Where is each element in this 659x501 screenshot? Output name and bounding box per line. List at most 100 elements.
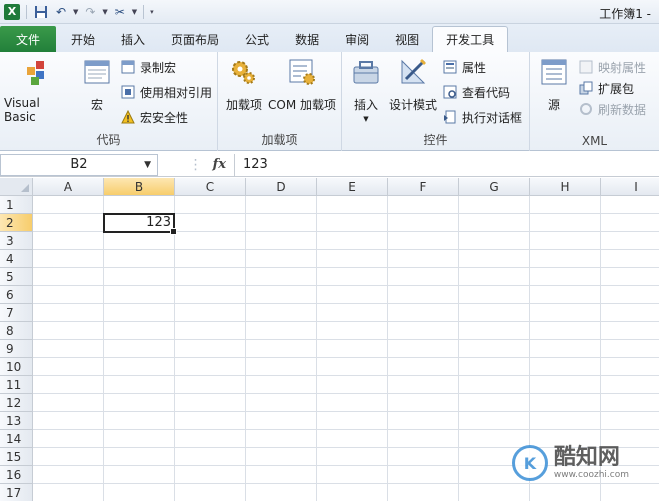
row-header-3[interactable]: 3 <box>0 232 33 250</box>
xml-source-label: 源 <box>547 98 560 112</box>
expansion-packs-button[interactable]: 扩展包 <box>578 78 634 98</box>
cell-b2-value: 123 <box>146 215 171 230</box>
tab-view[interactable]: 视图 <box>382 26 432 52</box>
expansion-packs-icon <box>578 80 594 96</box>
view-code-label: 查看代码 <box>462 85 511 100</box>
gridline-horizontal <box>33 429 659 430</box>
title-bar: X ↶ ▼ ↷ ▼ ✂ ▼ ▾ 工作簿1 - <box>0 0 659 24</box>
tab-developer[interactable]: 开发工具 <box>432 26 509 52</box>
macro-security-button[interactable]: 宏安全性 <box>120 107 188 127</box>
gridline-vertical <box>458 196 459 501</box>
customize-tools-icon[interactable]: ✂ <box>112 4 128 20</box>
window-title: 工作簿1 - <box>599 7 651 21</box>
tab-file[interactable]: 文件 <box>0 26 56 52</box>
map-properties-button[interactable]: 映射属性 <box>578 57 646 77</box>
name-box-dropdown-icon[interactable]: ▼ <box>144 160 151 170</box>
gridline-horizontal <box>33 357 659 358</box>
row-header-9[interactable]: 9 <box>0 340 33 358</box>
redo-icon[interactable]: ↷ <box>82 4 98 20</box>
column-header-d[interactable]: D <box>246 178 317 196</box>
gridline-horizontal <box>33 483 659 484</box>
group-controls: 插入 ▼ 设计模式 属性 查看代码 执行对话框 控件 <box>342 52 530 151</box>
undo-dropdown-icon[interactable]: ▼ <box>73 8 78 16</box>
row-header-5[interactable]: 5 <box>0 268 33 286</box>
tab-insert[interactable]: 插入 <box>108 26 158 52</box>
xml-source-button[interactable]: 源 <box>536 56 572 113</box>
gridline-horizontal <box>33 411 659 412</box>
addins-label: 加载项 <box>225 98 262 112</box>
name-box[interactable]: B2 ▼ <box>0 153 158 176</box>
tab-review[interactable]: 审阅 <box>332 26 382 52</box>
insert-function-icon[interactable]: fx <box>213 157 226 172</box>
column-header-c[interactable]: C <box>175 178 246 196</box>
tab-formulas[interactable]: 公式 <box>232 26 282 52</box>
undo-icon[interactable]: ↶ <box>53 4 69 20</box>
group-addins-label: 加载项 <box>261 133 298 147</box>
row-header-1[interactable]: 1 <box>0 196 33 214</box>
row-header-12[interactable]: 12 <box>0 394 33 412</box>
insert-dropdown-icon: ▼ <box>363 115 369 123</box>
row-header-13[interactable]: 13 <box>0 412 33 430</box>
design-mode-button[interactable]: 设计模式 <box>388 56 438 113</box>
view-code-button[interactable]: 查看代码 <box>442 82 510 102</box>
formula-input[interactable]: 123 <box>234 153 659 176</box>
map-properties-label: 映射属性 <box>598 60 647 75</box>
tab-data[interactable]: 数据 <box>282 26 332 52</box>
row-header-7[interactable]: 7 <box>0 304 33 322</box>
row-header-6[interactable]: 6 <box>0 286 33 304</box>
watermark: K 酷知网 www.coozhi.com <box>511 445 629 481</box>
refresh-data-button[interactable]: 刷新数据 <box>578 99 646 119</box>
tools-dropdown-icon[interactable]: ▼ <box>132 8 137 16</box>
row-header-15[interactable]: 15 <box>0 448 33 466</box>
row-header-14[interactable]: 14 <box>0 430 33 448</box>
use-relative-references-button[interactable]: 使用相对引用 <box>120 82 212 102</box>
row-header-16[interactable]: 16 <box>0 466 33 484</box>
gridline-vertical <box>103 196 104 501</box>
row-header-11[interactable]: 11 <box>0 376 33 394</box>
run-dialog-button[interactable]: 执行对话框 <box>442 107 522 127</box>
design-mode-icon <box>397 56 429 88</box>
properties-button[interactable]: 属性 <box>442 57 486 77</box>
column-header-g[interactable]: G <box>459 178 530 196</box>
group-addins: 加载项 COM 加载项 加载项 <box>218 52 342 151</box>
record-macro-button[interactable]: 录制宏 <box>120 57 176 77</box>
row-header-4[interactable]: 4 <box>0 250 33 268</box>
column-header-i[interactable]: I <box>601 178 659 196</box>
tab-page-layout[interactable]: 页面布局 <box>158 26 232 52</box>
row-header-2[interactable]: 2 <box>0 214 33 232</box>
select-all-corner[interactable] <box>0 178 33 196</box>
macros-label: 宏 <box>90 98 103 112</box>
watermark-url: www.coozhi.com <box>553 470 629 480</box>
coozhi-logo-icon: K <box>511 445 548 481</box>
tab-home[interactable]: 开始 <box>58 26 108 52</box>
row-header-8[interactable]: 8 <box>0 322 33 340</box>
addins-button[interactable]: 加载项 <box>222 56 266 113</box>
column-header-h[interactable]: H <box>530 178 601 196</box>
column-header-b[interactable]: B <box>104 178 175 196</box>
toolbar-separator <box>26 4 27 19</box>
save-icon[interactable] <box>33 4 49 20</box>
splitter-handle-icon[interactable]: ⋮ <box>189 157 203 173</box>
macros-button[interactable]: 宏 <box>80 56 114 113</box>
ribbon-tabs: 文件 开始 插入 页面布局 公式 数据 审阅 视图 开发工具 <box>0 24 659 52</box>
visual-basic-button[interactable]: Visual Basic <box>4 56 72 124</box>
formula-bar: B2 ▼ ⋮ fx 123 <box>0 153 659 177</box>
customize-qat-icon[interactable]: ▾ <box>150 8 154 16</box>
gridline-horizontal <box>33 375 659 376</box>
record-macro-label: 录制宏 <box>140 60 177 75</box>
group-code-label: 代码 <box>96 133 121 147</box>
redo-dropdown-icon[interactable]: ▼ <box>102 8 107 16</box>
column-header-e[interactable]: E <box>317 178 388 196</box>
column-header-a[interactable]: A <box>33 178 104 196</box>
map-properties-icon <box>578 59 594 75</box>
row-header-10[interactable]: 10 <box>0 358 33 376</box>
insert-controls-button[interactable]: 插入 ▼ <box>348 56 384 123</box>
formula-bar-controls: ⋮ fx <box>158 154 234 176</box>
gridline-horizontal <box>33 303 659 304</box>
row-header-17[interactable]: 17 <box>0 484 33 501</box>
column-header-f[interactable]: F <box>388 178 459 196</box>
com-addins-button[interactable]: COM 加载项 <box>266 56 338 113</box>
name-box-value: B2 <box>70 157 88 172</box>
excel-app-icon[interactable]: X <box>4 3 20 20</box>
gridline-vertical <box>245 196 246 501</box>
